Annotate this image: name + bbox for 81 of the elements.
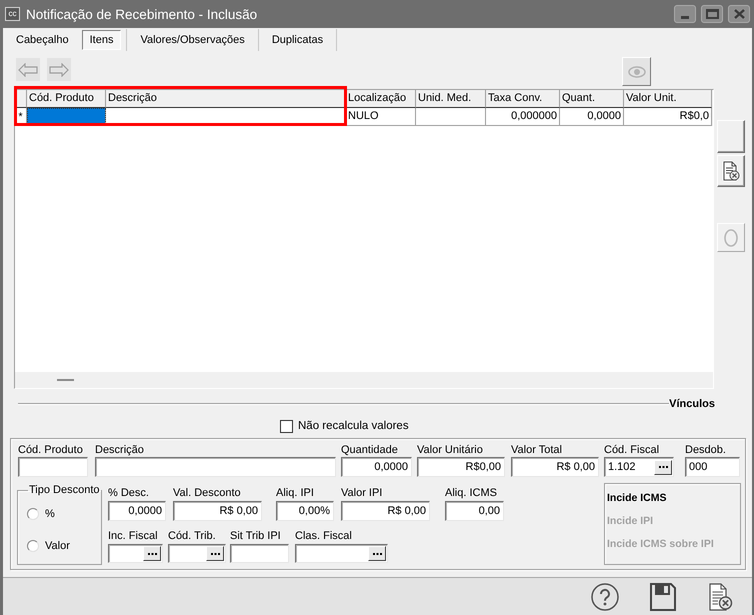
- column-header: Cód. Produto: [27, 90, 106, 108]
- column-header: Localização: [346, 90, 416, 108]
- tab[interactable]: Duplicatas: [264, 30, 332, 50]
- field-label: Clas. Fiscal: [295, 530, 353, 544]
- field-label: Quantidade: [341, 444, 399, 457]
- input-field[interactable]: [95, 457, 336, 477]
- column-header: Descrição: [106, 90, 346, 108]
- window-title: Notificação de Recebimento - Inclusão: [26, 6, 258, 22]
- field-label: Aliq. ICMS: [445, 487, 498, 501]
- lookup-field[interactable]: 1.102: [604, 457, 674, 477]
- lookup-field[interactable]: [108, 544, 163, 563]
- field-label: % Desc.: [108, 487, 150, 501]
- field-label: Sit Trib IPI: [230, 530, 282, 544]
- input-field[interactable]: 000: [685, 457, 740, 477]
- column-header: Taxa Conv.: [486, 90, 560, 108]
- checkbox-label: Não recalcula valores: [298, 420, 409, 432]
- table-cell[interactable]: 0,0000: [560, 108, 624, 126]
- document-remove-icon: [722, 161, 740, 181]
- flag-label: Incide ICMS sobre IPI: [607, 538, 715, 551]
- input-field[interactable]: [18, 457, 88, 477]
- input-field[interactable]: 0,0000: [341, 457, 412, 477]
- field-label: Val. Desconto: [173, 487, 242, 501]
- field-label: Aliq. IPI: [276, 487, 315, 501]
- minimize-button[interactable]: [674, 5, 696, 23]
- input-field[interactable]: R$ 0,00: [341, 501, 430, 521]
- left-arrow-icon: [18, 62, 38, 76]
- field-label: Cód. Produto: [18, 444, 84, 457]
- browse-button[interactable]: [654, 460, 672, 474]
- radio-label: Valor: [45, 540, 70, 552]
- input-field[interactable]: 0,00: [445, 501, 504, 521]
- table-cell[interactable]: 0,000000: [486, 108, 560, 126]
- radio-label: %: [45, 508, 55, 520]
- checkbox[interactable]: [280, 420, 293, 432]
- close-button[interactable]: [728, 5, 750, 23]
- input-field[interactable]: R$ 0,00: [173, 501, 262, 521]
- column-header: Valor Unit.: [624, 90, 712, 108]
- flag-label: Incide IPI: [607, 515, 654, 528]
- radio-button[interactable]: [27, 508, 39, 520]
- browse-button[interactable]: [143, 546, 161, 561]
- field-label: Valor Total: [511, 444, 563, 457]
- lookup-field[interactable]: [168, 544, 226, 563]
- table-cell[interactable]: [416, 108, 486, 126]
- scroll-thumb[interactable]: [57, 379, 74, 381]
- tab[interactable]: Cabeçalho: [8, 30, 77, 50]
- input-field[interactable]: R$ 0,00: [511, 457, 599, 477]
- maximize-icon: [706, 9, 718, 19]
- field-label: Descrição: [95, 444, 145, 457]
- eye-icon: [628, 66, 646, 78]
- input-field[interactable]: R$0,00: [417, 457, 505, 477]
- maximize-button[interactable]: [701, 5, 723, 23]
- table-cell[interactable]: NULO: [346, 108, 416, 126]
- browse-button[interactable]: [206, 546, 224, 561]
- field-label: Desdob.: [685, 444, 727, 457]
- right-arrow-icon: [49, 62, 69, 76]
- field-label: Valor Unitário: [417, 444, 484, 457]
- input-field[interactable]: 0,0000: [108, 501, 166, 521]
- minimize-icon: [681, 16, 689, 19]
- remove-document-button[interactable]: [717, 155, 745, 187]
- radio-button[interactable]: [27, 540, 39, 552]
- section-title: Vínculos: [669, 398, 715, 410]
- tab[interactable]: Valores/Observações: [132, 30, 253, 50]
- ring-icon: [724, 228, 738, 246]
- app-logo: cc: [5, 7, 20, 21]
- tab[interactable]: Itens: [82, 30, 122, 50]
- document-remove-icon: [709, 582, 733, 610]
- column-header: Quant.: [560, 90, 624, 108]
- browse-button[interactable]: [368, 546, 386, 561]
- input-field[interactable]: [230, 544, 289, 563]
- table-cell[interactable]: R$0,0: [624, 108, 712, 126]
- lookup-field[interactable]: [295, 544, 388, 563]
- field-label: Valor IPI: [341, 487, 384, 501]
- field-label: Cód. Trib.: [168, 530, 217, 544]
- column-header: Unid. Med.: [416, 90, 486, 108]
- group-title: Tipo Desconto: [28, 484, 101, 496]
- help-icon: [591, 582, 619, 610]
- field-label: Inc. Fiscal: [108, 530, 159, 544]
- side-button[interactable]: [717, 120, 745, 153]
- flag-label: Incide ICMS: [607, 492, 668, 505]
- input-field[interactable]: 0,00%: [276, 501, 334, 521]
- close-icon: [734, 9, 744, 19]
- field-label: Cód. Fiscal: [604, 444, 660, 457]
